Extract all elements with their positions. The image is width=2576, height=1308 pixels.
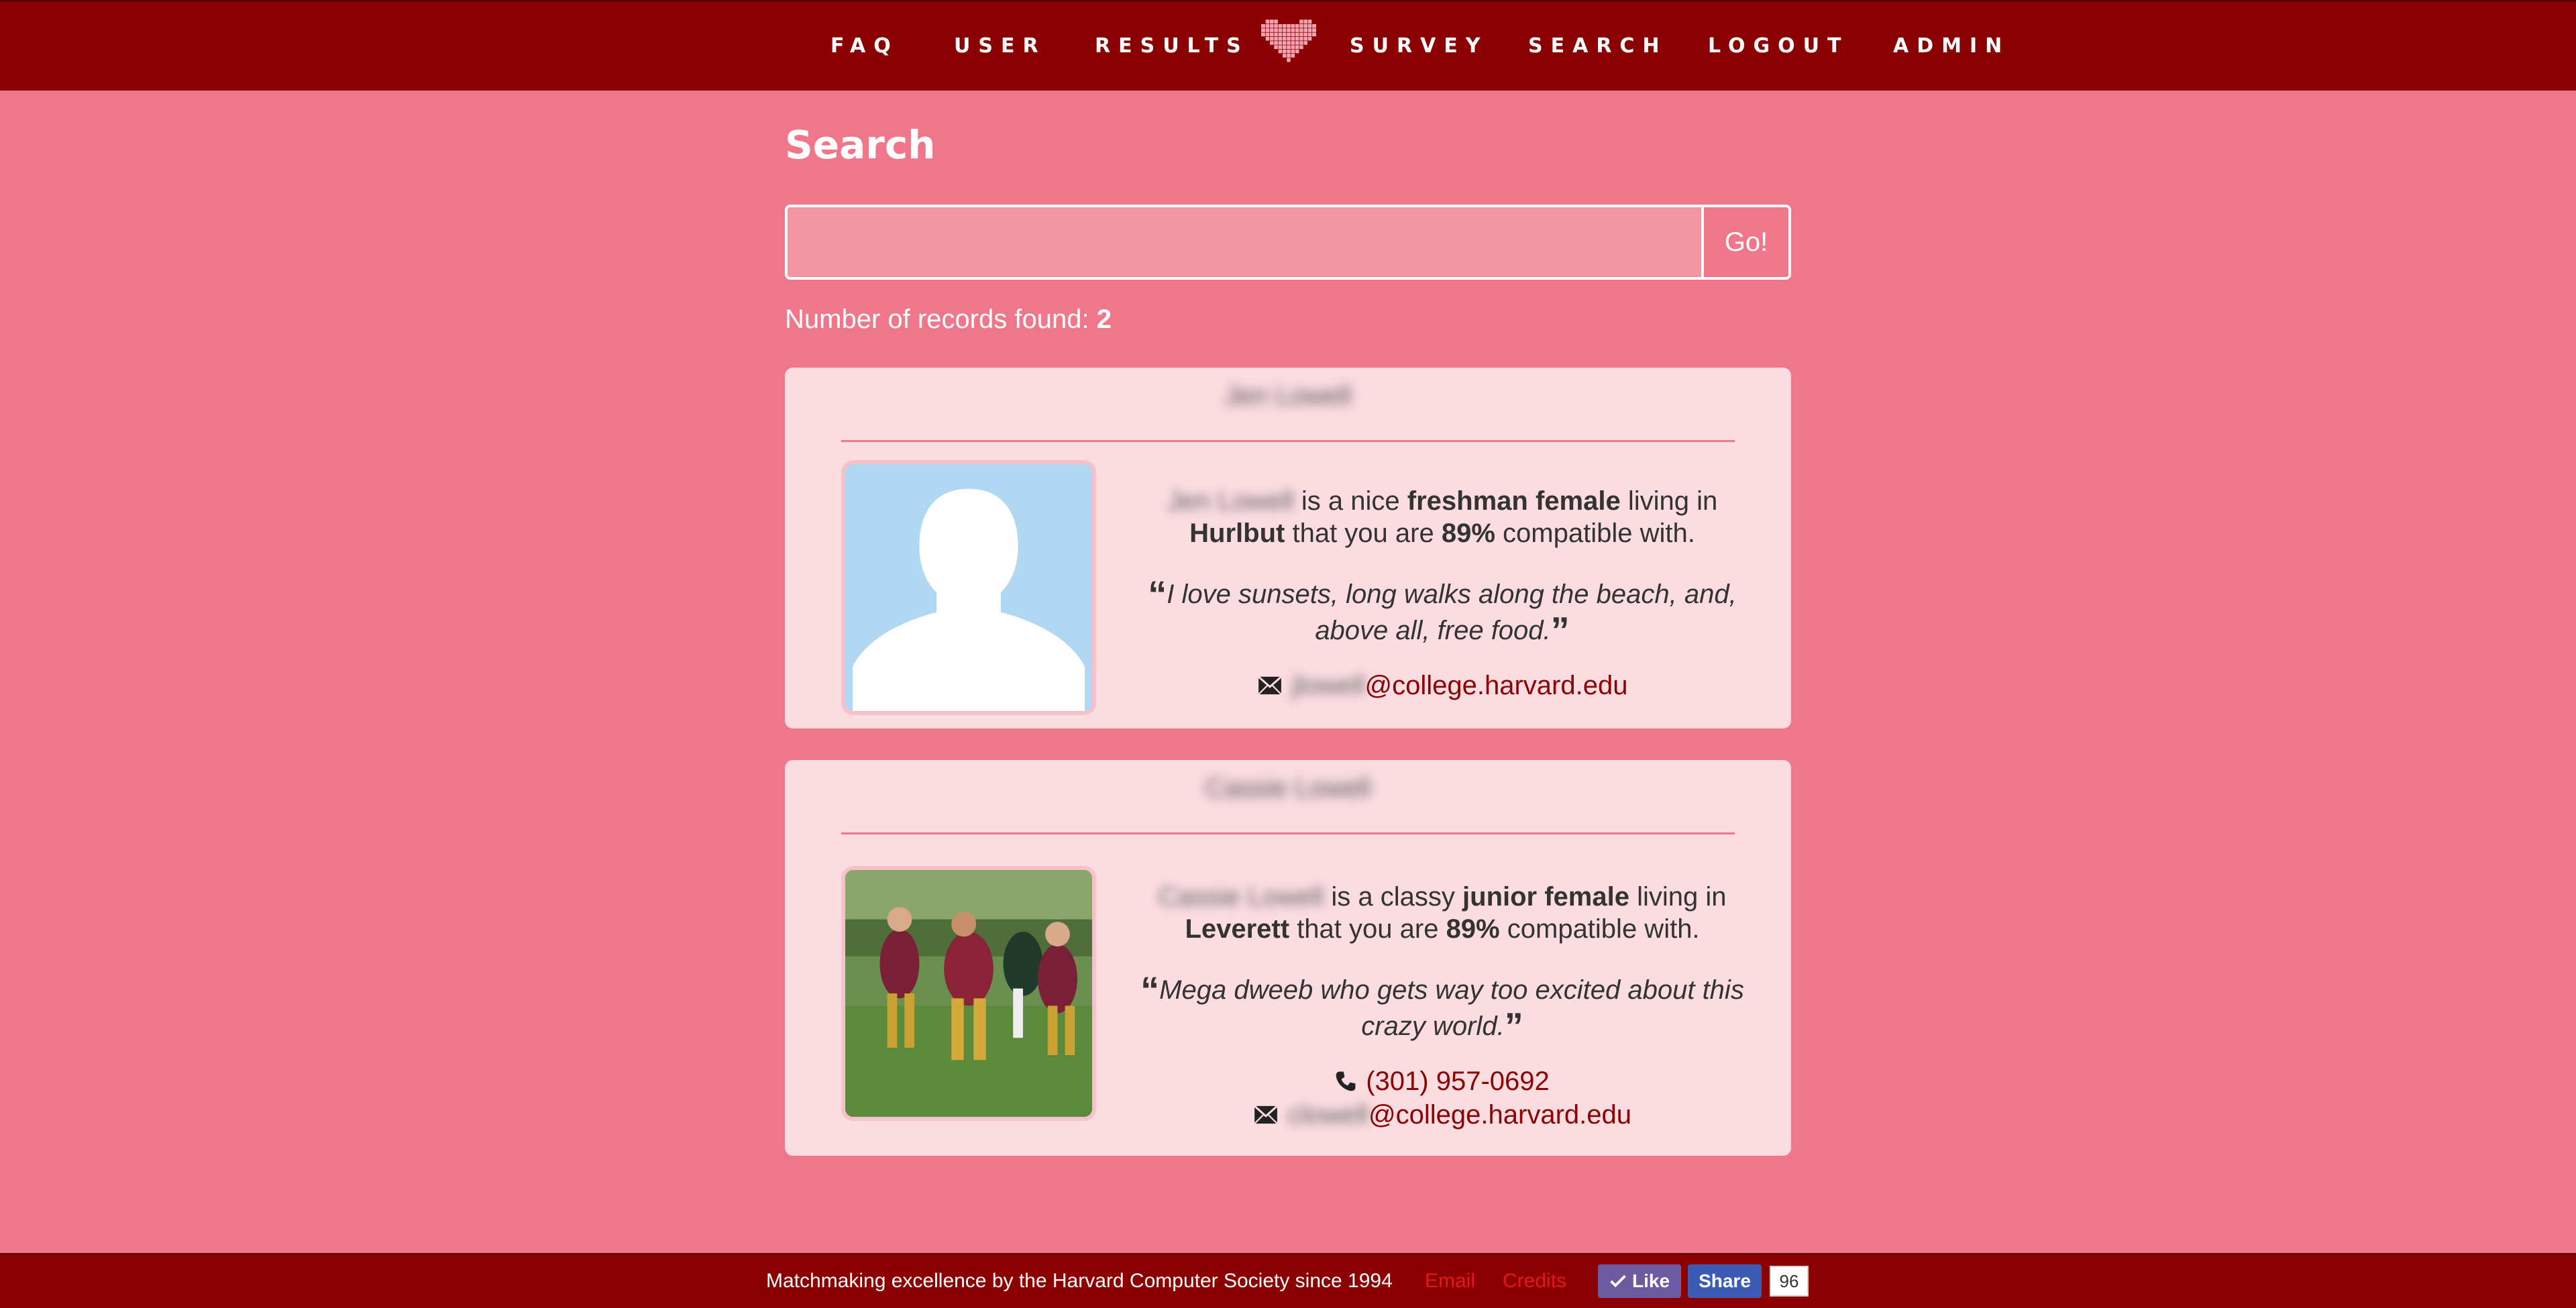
compatibility-percent: 89% [1446, 914, 1500, 944]
envelope-icon [1254, 1105, 1278, 1124]
footer-credits-link[interactable]: Credits [1503, 1270, 1566, 1293]
nav-search[interactable]: SEARCH [1528, 34, 1668, 58]
sentence-text: that you are [1292, 519, 1434, 548]
nav-faq[interactable]: FAQ [830, 34, 899, 58]
year-gender: freshman female [1407, 486, 1621, 516]
result-card: Cassie Lowell Cassie Lowell is a classy … [785, 760, 1791, 1156]
open-quote-mark: “ [1148, 573, 1167, 615]
house-name: Leverett [1185, 914, 1290, 944]
result-description: Cassie Lowell is a classy junior female … [1134, 881, 1751, 1132]
compatibility-percent: 89% [1441, 519, 1495, 548]
sentence-text: living in [1637, 882, 1727, 912]
search-input[interactable] [788, 207, 1701, 277]
email-domain: @college.harvard.edu [1364, 671, 1628, 700]
close-quote-mark: ” [1504, 1005, 1523, 1047]
house-name: Hurlbut [1189, 519, 1285, 548]
email-user: clowell [1288, 1100, 1369, 1130]
nav-user[interactable]: USER [954, 34, 1046, 58]
result-name: Jen Lowell [1224, 381, 1352, 411]
divider [841, 440, 1735, 442]
default-avatar [841, 460, 1096, 715]
records-count: 2 [1096, 305, 1112, 334]
nav-admin[interactable]: ADMIN [1893, 34, 2010, 58]
like-label: Like [1631, 1270, 1670, 1291]
footer-text: Matchmaking excellence by the Harvard Co… [766, 1270, 1393, 1292]
facebook-like-button[interactable]: Like [1598, 1264, 1681, 1298]
email-user: jlowell [1291, 671, 1365, 700]
email-link[interactable]: jlowell@college.harvard.edu [1292, 669, 1628, 702]
year-gender: junior female [1462, 882, 1629, 912]
result-name: Cassie Lowell [1205, 773, 1371, 803]
contact-info: jlowell@college.harvard.edu [1134, 669, 1751, 702]
nav-logout[interactable]: LOGOUT [1708, 34, 1849, 58]
rugby-photo [841, 866, 1096, 1121]
footer-email-link[interactable]: Email [1425, 1270, 1475, 1293]
result-name-inline: Jen Lowell [1167, 486, 1294, 516]
top-nav-bar: FAQ USER RESULTS SURVEY SEARCH LOGOUT AD… [0, 0, 2576, 91]
close-quote-mark: ” [1550, 609, 1570, 651]
divider [841, 832, 1735, 834]
profile-quote: “I love sunsets, long walks along the be… [1134, 576, 1751, 649]
pixel-heart-icon[interactable] [1261, 19, 1316, 67]
search-form: Go! [785, 205, 1791, 280]
profile-quote: “Mega dweeb who gets way too excited abo… [1134, 969, 1751, 1047]
email-link[interactable]: clowell@college.harvard.edu [1288, 1099, 1631, 1131]
email-domain: @college.harvard.edu [1368, 1100, 1631, 1130]
go-button[interactable]: Go! [1701, 207, 1788, 277]
checkmark-icon [1610, 1274, 1626, 1288]
page-title: Search [785, 122, 936, 168]
facebook-share-button[interactable]: Share [1688, 1264, 1762, 1298]
quote-text: I love sunsets, long walks along the bea… [1167, 580, 1737, 645]
result-name-inline: Cassie Lowell [1158, 882, 1324, 912]
like-count: 96 [1770, 1266, 1809, 1297]
sentence-text: compatible with. [1503, 519, 1695, 548]
sentence-text: is a classy [1331, 882, 1455, 912]
records-count-text: Number of records found: 2 [785, 305, 1112, 335]
quote-text: Mega dweeb who gets way too excited abou… [1159, 975, 1744, 1041]
open-quote-mark: “ [1140, 969, 1160, 1011]
sentence-text: compatible with. [1507, 914, 1700, 944]
result-description: Jen Lowell is a nice freshman female liv… [1134, 485, 1751, 702]
sentence-text: is a nice [1301, 486, 1400, 516]
records-label: Number of records found: [785, 305, 1089, 334]
sentence-text: living in [1627, 486, 1718, 516]
contact-info: (301) 957-0692 clowell@college.harvard.e… [1134, 1065, 1751, 1132]
phone-link[interactable]: (301) 957-0692 [1366, 1065, 1550, 1097]
profile-photo [845, 870, 1092, 1117]
person-silhouette-icon [845, 464, 1092, 711]
footer-bar: Matchmaking excellence by the Harvard Co… [0, 1253, 2576, 1308]
sentence-text: that you are [1297, 914, 1439, 944]
envelope-icon [1257, 675, 1282, 695]
nav-survey[interactable]: SURVEY [1350, 34, 1489, 58]
phone-icon [1336, 1071, 1356, 1091]
nav-results[interactable]: RESULTS [1095, 34, 1249, 58]
result-card: Jen Lowell Jen Lowell is a nice freshman… [785, 368, 1791, 728]
